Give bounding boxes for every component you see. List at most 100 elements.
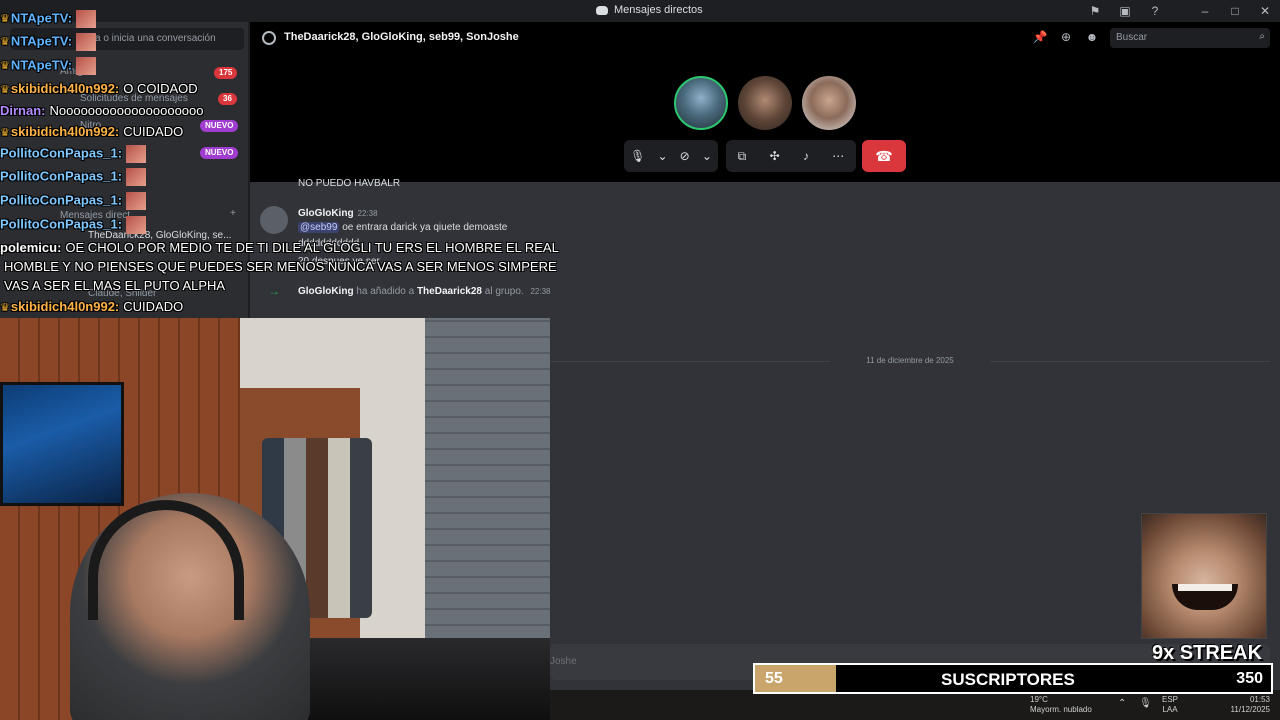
message-text: NO PUEDO HAVBALR [298,178,401,189]
chat-username: skibidich4l0n992: [10,81,120,96]
emote-icon [76,10,97,28]
microphone-icon[interactable]: 🎙 [630,149,645,163]
activities-icon[interactable]: ✣ [770,149,780,163]
arrow-right-icon: → [268,284,280,298]
members-icon[interactable]: ☻ [1084,30,1100,46]
system-suffix: al grupo. [484,286,524,297]
microphone-icon[interactable]: 🎙 [1139,698,1152,709]
title-bar: Mensajes directos ⚑ ▣ ? – □ ✕ [0,0,1280,22]
crown-icon: ♛ [0,13,10,26]
chat-username: Dirnan: [0,103,46,118]
webcam-bed [300,638,550,720]
pin-icon[interactable]: 📌 [1032,30,1048,46]
divider [1170,0,1190,22]
stream-chat-line: polemicu: OE CHOLO POR MEDIO TE DE TI DIL… [0,240,559,255]
message-time: 22:38 [357,209,378,218]
chat-username: NTApeTV: [10,33,73,49]
emote-icon [126,168,147,186]
weather-desc: Mayorm. nublado [1030,705,1092,714]
stream-chat-line: PollitoConPapas_1: [0,192,147,210]
stream-chat-line: HOMBLE Y NO PIENSES QUE PUEDES SER MENOS… [0,259,557,274]
system-target[interactable]: TheDaarick28 [417,286,482,297]
stream-chat-line: ♛NTApeTV: [0,57,97,75]
chat-message: CUIDADO [123,299,184,314]
close-icon[interactable]: ✕ [1250,0,1280,22]
system-actor[interactable]: GloGloKing [298,286,354,297]
meme-overlay [1141,513,1267,639]
add-member-icon[interactable]: ⊕ [1058,30,1074,46]
subscriber-goal: 350 [1236,670,1263,687]
more-icon[interactable]: ⋯ [832,149,844,163]
clock[interactable]: 01:53 11/12/2025 [1231,695,1270,715]
taskbar: 19°C Mayorm. nublado ⌃ 🎙 ESP LAA 01:53 1… [550,690,1280,720]
maximize-icon[interactable]: □ [1220,0,1250,22]
emote-icon [126,216,147,234]
help-icon[interactable]: ? [1140,0,1170,22]
message-author[interactable]: GloGloKing [298,208,354,219]
chat-message: CUIDADO [123,124,184,139]
call-participant-avatar[interactable] [674,76,728,130]
screen: Mensajes directos ⚑ ▣ ? – □ ✕ ca o inici… [0,0,1280,720]
camera-off-icon[interactable]: ⊘ [680,149,690,163]
stream-chat-line: PollitoConPapas_1: [0,216,147,234]
language-indicator[interactable]: ESP LAA [1162,695,1178,715]
hangup-button[interactable]: ☎ [862,140,906,172]
crown-icon: ♛ [0,302,10,314]
chat-title: TheDaarick28, GloGloKing, seb99, SonJosh… [284,31,519,43]
title-bar-controls: ⚑ ▣ ? – □ ✕ [1080,0,1280,22]
new-badge: NUEVO [200,147,239,159]
chat-username: NTApeTV: [10,57,73,73]
stream-chat-line: ♛NTApeTV: [0,33,97,51]
chat-username: PollitoConPapas_1: [0,192,123,208]
chat-username: polemicu: [0,240,62,255]
message-header: GloGloKing 22:38 [298,208,378,219]
emote-icon [76,57,97,75]
chat-username: PollitoConPapas_1: [0,168,123,184]
chat-username: skibidich4l0n992: [10,299,120,314]
chat-header: TheDaarick28, GloGloKing, seb99, SonJosh… [250,22,1280,54]
user-mention[interactable]: @seb99 [298,222,340,233]
flag-icon[interactable]: ⚑ [1080,0,1110,22]
weather-widget[interactable]: 19°C Mayorm. nublado [1030,695,1092,715]
requests-badge: 36 [218,93,237,105]
chevron-down-icon[interactable]: ⌄ [702,149,712,163]
date-divider: 11 de diciembre de 2025 [550,356,1270,365]
subscriber-label: SUSCRIPTORES [941,670,1075,689]
webcam-feed [0,318,550,720]
search-placeholder: Buscar [1116,32,1148,43]
minimize-icon[interactable]: – [1190,0,1220,22]
chat-message: OE CHOLO POR MEDIO TE DE TI DILE AL GLOG… [65,240,559,255]
language-code: ESP [1162,695,1179,704]
call-participant-avatar[interactable] [738,76,792,130]
friends-badge: 175 [214,67,238,79]
avatar[interactable] [260,206,288,234]
subscriber-current: 55 [765,670,783,687]
message-body: oe entrara darick ya qiuete demoaste [342,222,508,233]
weather-temp: 19°C [1030,695,1048,704]
webcam-tv [0,382,124,506]
call-actions: ⧉ ✣ ♪ ⋯ [726,140,856,172]
soundboard-icon[interactable]: ♪ [803,149,809,163]
discord-icon [596,5,608,15]
chevron-down-icon[interactable]: ⌄ [657,149,667,163]
streak-label: 9x STREAK [1152,642,1263,664]
crown-icon: ♛ [0,84,10,96]
chat-search-input[interactable]: Buscar ⌕ [1110,28,1270,48]
add-dm-button[interactable]: + [230,208,236,219]
chevron-up-icon[interactable]: ⌃ [1118,698,1126,709]
stream-chat-line: ♛skibidich4l0n992: CUIDADO [0,299,183,314]
crown-icon: ♛ [0,60,10,73]
screen-share-icon[interactable]: ⧉ [738,149,747,164]
call-participant-avatar[interactable] [802,76,856,130]
new-badge: NUEVO [200,120,239,132]
chat-message: HOMBLE Y NO PIENSES QUE PUEDES SER MENOS… [4,259,557,274]
crown-icon: ♛ [0,36,10,49]
clock-date: 11/12/2025 [1230,705,1270,714]
chat-message: VAS A SER EL MAS EL PUTO ALPHA [4,278,226,293]
emote-icon [126,145,147,163]
chat-username: PollitoConPapas_1: [0,216,123,232]
message-time: 22:38 [530,287,551,296]
message-text: @seb99 oe entrara darick ya qiuete demoa… [298,222,507,233]
audio-video-controls: 🎙 ⌄ ⊘ ⌄ [624,140,718,172]
inbox-icon[interactable]: ▣ [1110,0,1140,22]
